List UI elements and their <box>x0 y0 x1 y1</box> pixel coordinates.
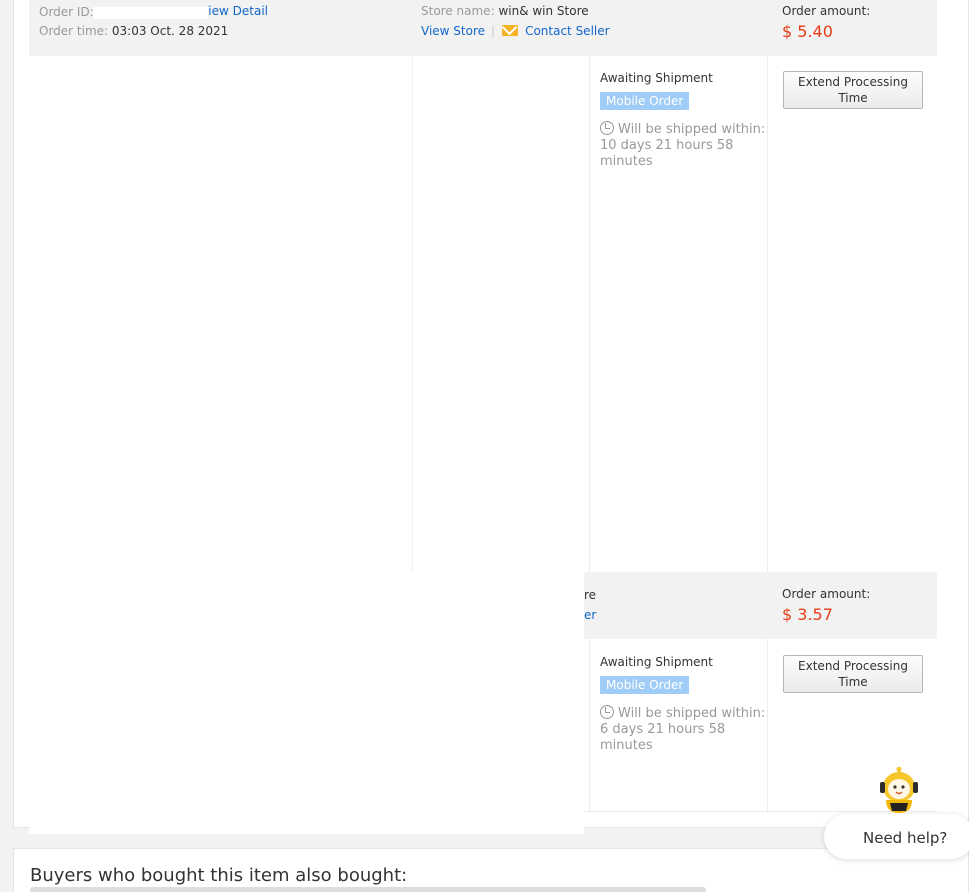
ship-within-text: Will be shipped within: 10 days 21 hours… <box>600 122 766 169</box>
need-help-button[interactable]: Need help? <box>824 814 969 859</box>
ship-within: Will be shipped within: 6 days 21 hours … <box>600 705 766 754</box>
order-time: Order time: 03:03 Oct. 28 2021 <box>39 24 228 38</box>
store-name: Store name: win& win Store <box>421 4 589 18</box>
order-2-header <box>583 572 937 639</box>
store-links: View Store | Contact Seller <box>421 24 610 38</box>
need-help-label: Need help? <box>863 829 948 847</box>
store-name-value: win& win Store <box>498 4 589 18</box>
mobile-order-badge: Mobile Order <box>600 676 690 694</box>
redacted-area <box>412 56 584 572</box>
divider <box>767 639 768 811</box>
robot-assistant-icon[interactable] <box>876 767 922 815</box>
order-id-redacted <box>93 7 208 19</box>
also-bought-title: Buyers who bought this item also bought: <box>30 865 408 886</box>
order-status: Awaiting Shipment <box>600 655 713 669</box>
view-detail-link-wrap: View Detail <box>208 4 268 18</box>
contact-seller-link[interactable]: Contact Seller <box>525 24 610 38</box>
order-time-label: Order time: <box>39 24 109 38</box>
mail-icon <box>502 25 519 36</box>
redacted-area <box>29 572 584 834</box>
redacted-area <box>29 56 412 572</box>
order-status: Awaiting Shipment <box>600 71 713 85</box>
mobile-order-badge: Mobile Order <box>600 92 690 110</box>
extend-processing-time-button[interactable]: Extend Processing Time <box>783 655 923 693</box>
view-detail-link[interactable]: View Detail <box>208 4 268 18</box>
clock-icon <box>600 705 614 719</box>
store-name-label: Store name: <box>421 4 495 18</box>
ship-within: Will be shipped within: 10 days 21 hours… <box>600 121 766 170</box>
link-separator: | <box>491 24 496 38</box>
order-amount-label: Order amount: <box>782 4 871 18</box>
store-name-fragment: re <box>584 588 597 602</box>
order-amount-value: $ 5.40 <box>782 22 833 41</box>
clock-icon <box>600 121 614 135</box>
ship-within-text: Will be shipped within: 6 days 21 hours … <box>600 706 766 753</box>
divider <box>589 639 590 811</box>
order-id-label: Order ID: <box>39 5 94 19</box>
divider <box>589 56 590 572</box>
divider <box>767 56 768 572</box>
order-amount-value: $ 3.57 <box>782 605 833 624</box>
contact-seller-link-fragment[interactable]: er <box>584 608 596 622</box>
order-amount-label: Order amount: <box>782 587 871 601</box>
view-store-link[interactable]: View Store <box>421 24 485 38</box>
scrollbar[interactable] <box>30 887 706 892</box>
also-bought-section: Buyers who bought this item also bought: <box>13 848 969 892</box>
extend-processing-time-button[interactable]: Extend Processing Time <box>783 71 923 109</box>
order-time-value: 03:03 Oct. 28 2021 <box>111 24 229 38</box>
